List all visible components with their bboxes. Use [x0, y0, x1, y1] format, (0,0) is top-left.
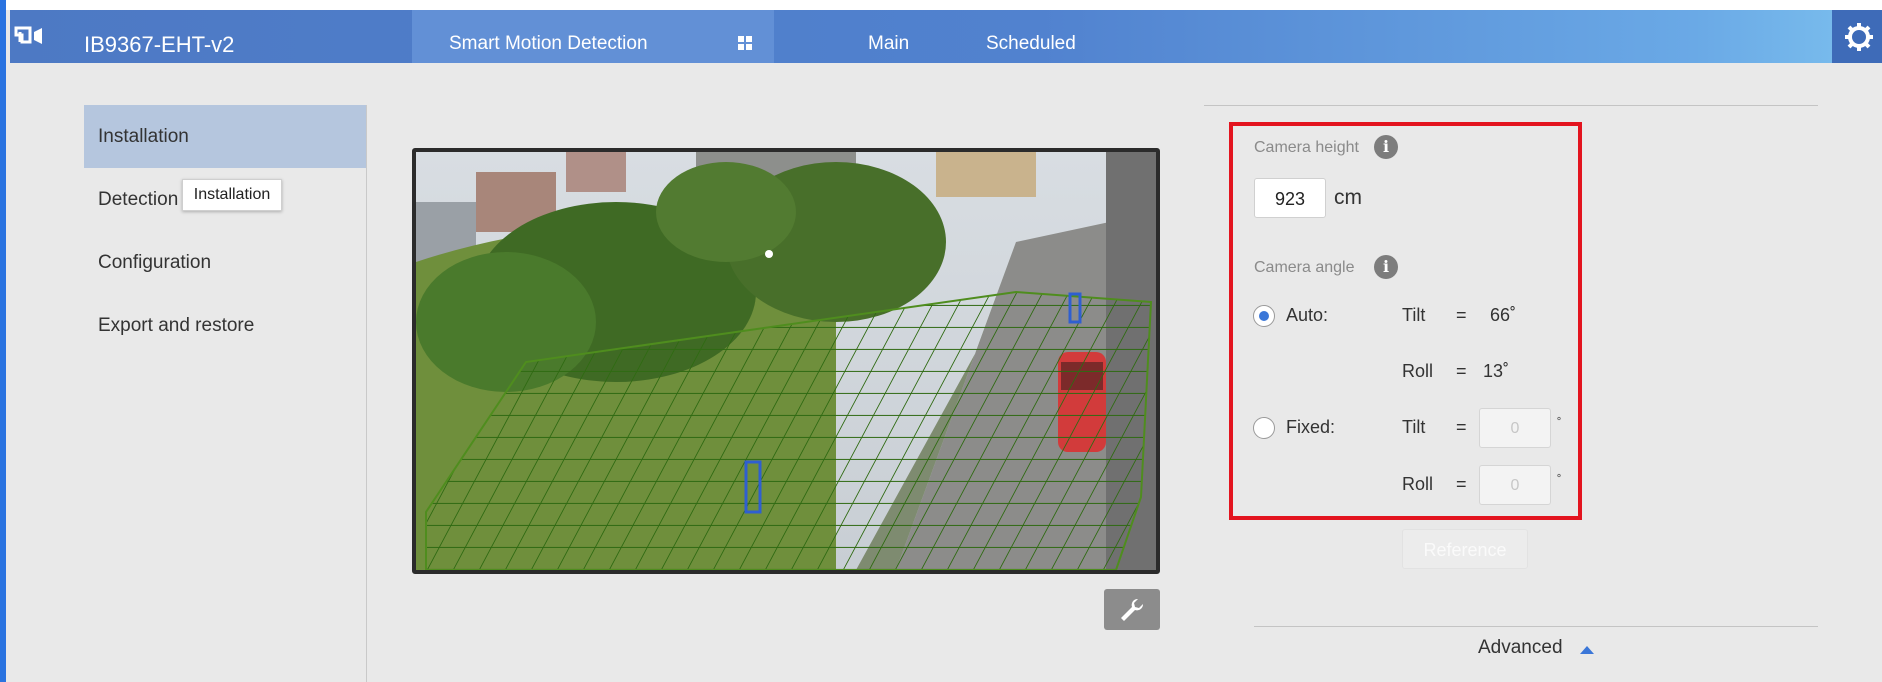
tooltip: Installation [182, 179, 282, 211]
fixed-tilt-label: Tilt [1402, 417, 1426, 437]
fixed-tilt-input[interactable]: 0 [1479, 408, 1551, 448]
camera-angle-info-icon[interactable]: i [1374, 255, 1398, 279]
panel-top-divider [1204, 105, 1818, 106]
auto-roll-label: Roll [1402, 361, 1434, 381]
device-name: IB9367-EHT-v2 [84, 32, 235, 57]
app-grid-icon[interactable] [738, 36, 752, 50]
settings-button[interactable] [1832, 10, 1882, 63]
top-header: IB9367-EHT-v2 Smart Motion Detection Mai… [10, 10, 1882, 63]
sidebar-divider [366, 105, 367, 682]
wrench-icon [1121, 598, 1144, 621]
advanced-toggle[interactable]: Advanced [1478, 637, 1563, 659]
advanced-divider [1254, 626, 1818, 627]
camera-height-label: Camera height [1254, 139, 1359, 156]
fixed-radio[interactable] [1253, 417, 1275, 439]
sidebar-item-installation[interactable]: Installation [84, 105, 367, 168]
auto-roll-value: 13˚ [1483, 361, 1510, 381]
fixed-roll-label: Roll [1402, 474, 1434, 494]
auto-roll-equals: = [1456, 361, 1467, 381]
chevron-up-icon[interactable] [1580, 645, 1594, 655]
sidebar-item-configuration[interactable]: Configuration [84, 231, 367, 294]
window-left-edge [0, 0, 6, 682]
auto-tilt-equals: = [1456, 305, 1467, 325]
camera-preview[interactable] [412, 148, 1160, 574]
camera-height-input[interactable]: 923 [1254, 178, 1326, 218]
fixed-tilt-equals: = [1456, 417, 1467, 437]
app-selector[interactable]: Smart Motion Detection [412, 10, 774, 63]
camera-height-info-icon[interactable]: i [1374, 135, 1398, 159]
nav-scheduled[interactable]: Scheduled [986, 33, 1076, 55]
auto-radio[interactable] [1253, 305, 1275, 327]
camera-angle-label: Camera angle [1254, 259, 1355, 276]
reference-button[interactable]: Reference [1402, 529, 1528, 569]
fixed-label: Fixed: [1286, 417, 1336, 437]
auto-label: Auto: [1286, 305, 1329, 325]
window-top-edge [0, 0, 1882, 10]
fixed-tilt-degree: ˚ [1557, 415, 1562, 431]
sidebar-item-export-restore[interactable]: Export and restore [84, 294, 367, 357]
camera-logo-icon[interactable] [10, 20, 52, 52]
fixed-roll-degree: ˚ [1557, 472, 1562, 488]
app-name: Smart Motion Detection [449, 33, 648, 54]
fixed-roll-equals: = [1456, 474, 1467, 494]
auto-tilt-value: 66˚ [1490, 305, 1517, 325]
nav-main[interactable]: Main [868, 33, 909, 55]
gear-icon [1845, 23, 1873, 51]
tool-button[interactable] [1104, 589, 1160, 630]
auto-tilt-label: Tilt [1402, 305, 1426, 325]
height-unit: cm [1334, 186, 1362, 209]
fixed-roll-input[interactable]: 0 [1479, 465, 1551, 505]
